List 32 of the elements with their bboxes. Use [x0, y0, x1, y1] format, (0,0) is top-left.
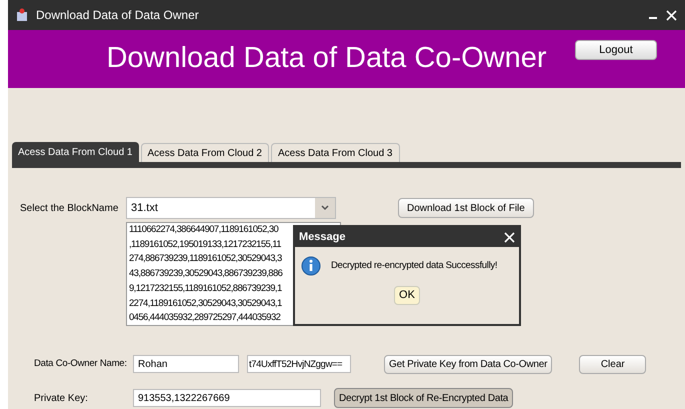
- decrypt-button[interactable]: Decrypt 1st Block of Re-Encrypted Data: [334, 388, 514, 408]
- close-icon[interactable]: [504, 232, 515, 242]
- clear-button[interactable]: Clear: [579, 354, 646, 374]
- tab[interactable]: Acess Data From Cloud 3: [271, 143, 400, 162]
- chevron-down-icon: [321, 205, 329, 211]
- app-icon: [16, 8, 28, 22]
- window-title: Download Data of Data Owner: [36, 7, 199, 24]
- data-line: 0456,444035932,289725297,444035932: [129, 311, 280, 325]
- data-line: ,1189161052,195019133,1217232155,11: [129, 238, 281, 252]
- info-icon: [301, 256, 321, 276]
- close-icon[interactable]: [666, 10, 677, 20]
- block-dropdown[interactable]: 31.txt: [126, 197, 336, 219]
- dialog-message: Decrypted re-encrypted data Successfully!: [331, 258, 498, 273]
- data-line: 43,886739239,30529043,886739239,886: [129, 267, 282, 282]
- page-title: Download Data of Data Co-Owner: [106, 41, 547, 76]
- data-line: 1110662274,386644907,1189161052,30: [129, 223, 278, 237]
- data-line: 2274,1189161052,30529043,30529043,1: [129, 296, 282, 311]
- field-label: Data Co-Owner Name:: [34, 356, 128, 371]
- tab[interactable]: Acess Data From Cloud 1: [12, 142, 138, 162]
- data-line: 9,1217232155,1189161052,886739239,1: [129, 282, 282, 296]
- download-block-button[interactable]: Download 1st Block of File: [398, 198, 534, 218]
- logout-button[interactable]: Logout: [575, 40, 657, 60]
- field-label: Private Key:: [34, 392, 89, 406]
- tab[interactable]: Acess Data From Cloud 2: [140, 143, 269, 162]
- key-field[interactable]: t74UxffT52HvjNZggw==: [247, 355, 351, 373]
- co-owner-name-field[interactable]: Rohan: [133, 355, 239, 373]
- data-line: 274,886739239,1189161052,30529043,3: [129, 252, 282, 266]
- field-label: Select the BlockName: [20, 202, 120, 216]
- ok-button[interactable]: OK: [394, 286, 420, 305]
- private-key-field[interactable]: 913553,1322267669: [133, 389, 321, 407]
- dialog-title: Message: [299, 230, 346, 245]
- get-private-key-button[interactable]: Get Private Key from Data Co-Owner: [384, 354, 552, 374]
